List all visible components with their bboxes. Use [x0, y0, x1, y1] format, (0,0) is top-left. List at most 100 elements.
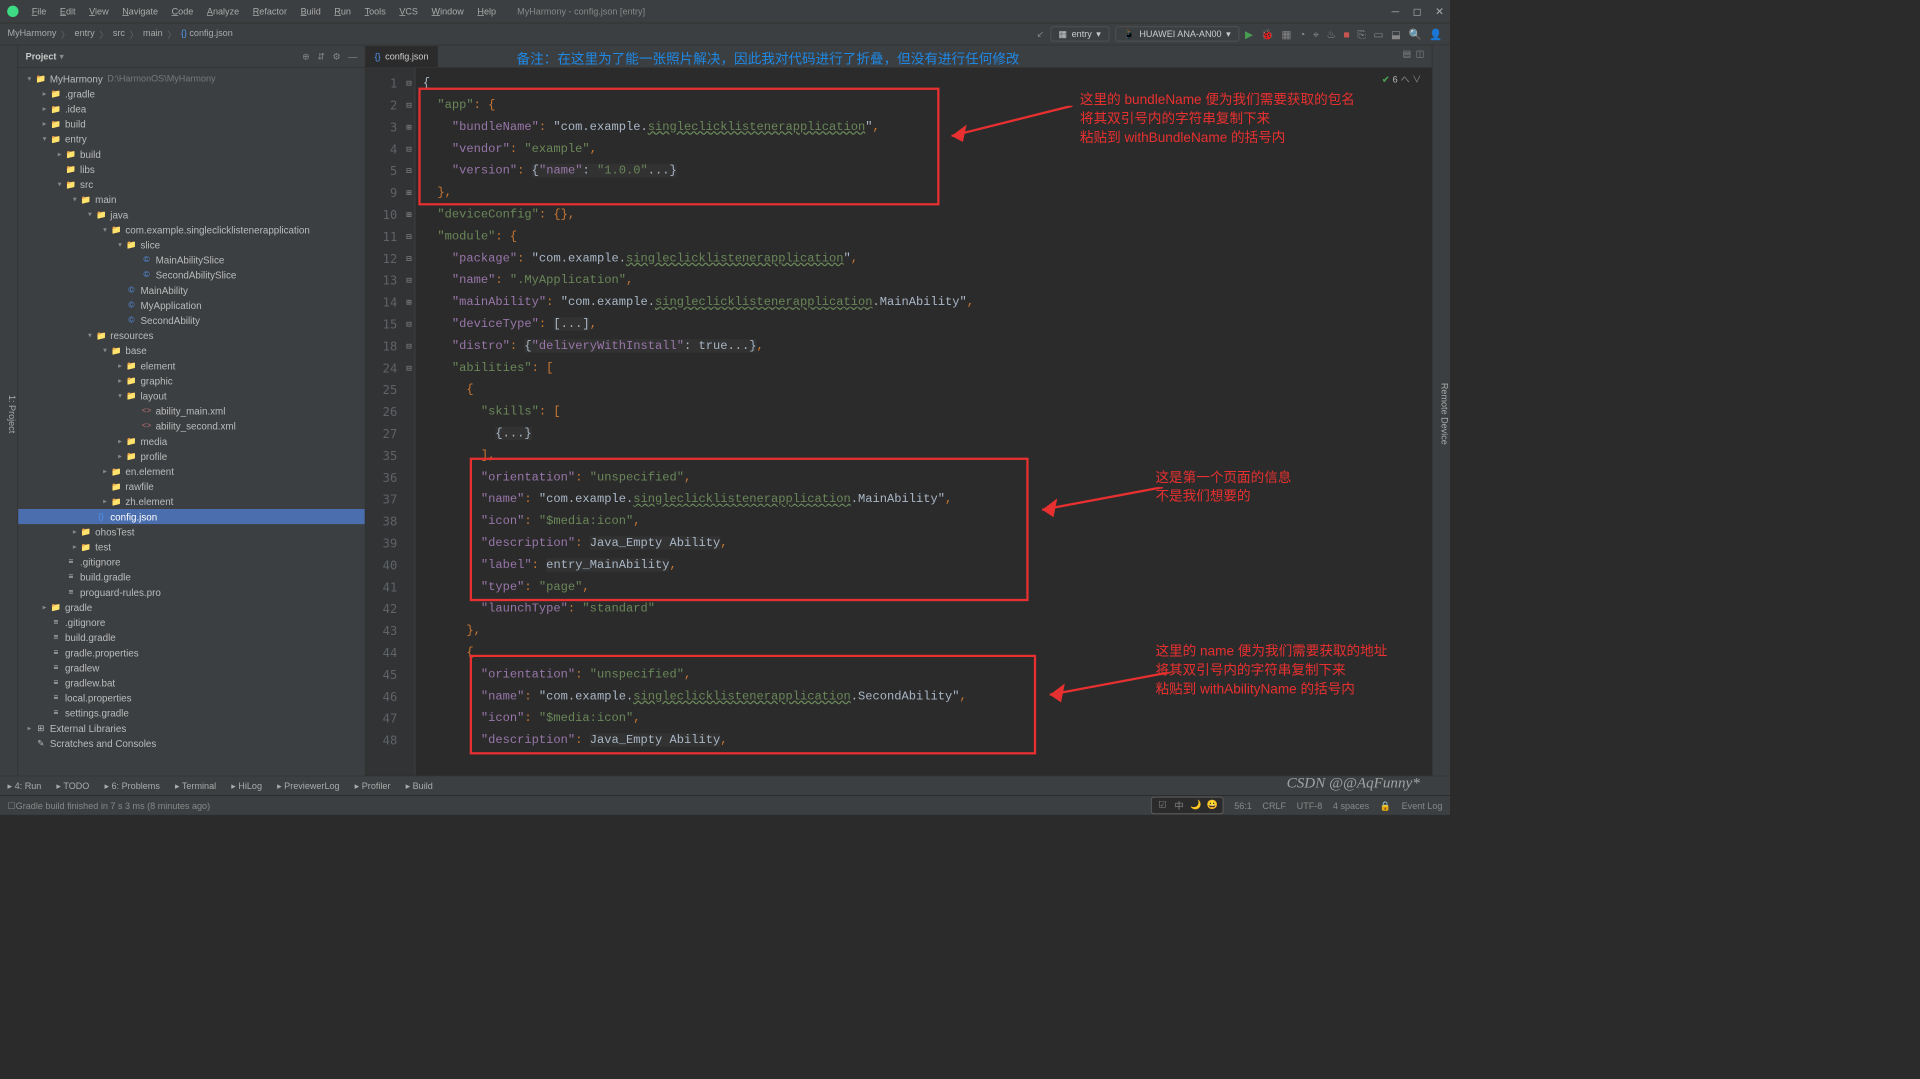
menu-run[interactable]: Run	[328, 3, 357, 20]
menu-help[interactable]: Help	[471, 3, 502, 20]
tree-item[interactable]: ▾📁com.example.singleclicklistenerapplica…	[18, 222, 365, 237]
crumb-4[interactable]: {} config.json	[181, 28, 233, 41]
tree-item[interactable]: ▸📁profile	[18, 449, 365, 464]
project-tool-tab[interactable]: 1: Project	[7, 53, 18, 776]
tool-hilog[interactable]: ▸ HiLog	[231, 780, 262, 791]
menu-analyze[interactable]: Analyze	[201, 3, 245, 20]
menu-file[interactable]: File	[26, 3, 53, 20]
tree-item[interactable]: ≡gradle.properties	[18, 645, 365, 660]
tab-config-json[interactable]: {} config.json	[366, 46, 439, 67]
menu-navigate[interactable]: Navigate	[116, 3, 164, 20]
expand-icon[interactable]: ⇵	[317, 51, 325, 62]
gear-icon[interactable]: ⚙	[332, 51, 340, 62]
tree-item[interactable]: ≡gradlew	[18, 660, 365, 675]
tree-item[interactable]: ▾📁src	[18, 177, 365, 192]
line-sep[interactable]: CRLF	[1262, 800, 1286, 811]
menu-build[interactable]: Build	[295, 3, 327, 20]
ime-pill[interactable]: ☑中🌙😀	[1151, 797, 1223, 814]
tool-6-problems[interactable]: ▸ 6: Problems	[104, 780, 159, 791]
menu-refactor[interactable]: Refactor	[247, 3, 293, 20]
tree-item[interactable]: ▸📁.gradle	[18, 86, 365, 101]
avd-icon[interactable]: ▭	[1373, 28, 1383, 41]
code-content[interactable]: { "app": { "bundleName": "com.example.si…	[415, 68, 1431, 776]
tool-todo[interactable]: ▸ TODO	[56, 780, 89, 791]
menu-vcs[interactable]: VCS	[393, 3, 424, 20]
fold-gutter[interactable]: ⊟⊟⊞⊟⊟⊞⊞⊟⊟⊟⊞⊟⊟⊟	[403, 68, 415, 776]
menu-edit[interactable]: Edit	[54, 3, 82, 20]
locate-icon[interactable]: ⊕	[302, 51, 310, 62]
tree-item[interactable]: ©MainAbilitySlice	[18, 252, 365, 267]
minimize-icon[interactable]: ─	[1392, 5, 1399, 18]
tree-item[interactable]: ≡build.gradle	[18, 569, 365, 584]
tree-item[interactable]: ▾📁main	[18, 192, 365, 207]
tree-item[interactable]: ≡.gitignore	[18, 615, 365, 630]
tree-item[interactable]: ▸📁zh.element	[18, 494, 365, 509]
tree-item[interactable]: ▾📁java	[18, 207, 365, 222]
remote-device-tab[interactable]: Remote Device	[1439, 383, 1450, 445]
tree-item[interactable]: ▸📁element	[18, 358, 365, 373]
sdk-icon[interactable]: ⬓	[1391, 28, 1401, 41]
tree-item[interactable]: ▸📁build	[18, 116, 365, 131]
tree-item[interactable]: ≡.gitignore	[18, 554, 365, 569]
profile-icon[interactable]: ◔	[1299, 28, 1305, 41]
indent[interactable]: 4 spaces	[1333, 800, 1369, 811]
tree-item[interactable]: <>ability_main.xml	[18, 403, 365, 418]
tree-item[interactable]: ▸⊞External Libraries	[18, 720, 365, 735]
tree-item[interactable]: 📁libs	[18, 162, 365, 177]
run-icon[interactable]: ▶	[1245, 28, 1253, 41]
account-icon[interactable]: 👤	[1429, 28, 1442, 41]
git-icon[interactable]: ⎘	[1357, 28, 1365, 41]
stop-icon[interactable]: ■	[1343, 28, 1349, 41]
tree-item[interactable]: ▾📁resources	[18, 328, 365, 343]
tool-4-run[interactable]: ▸ 4: Run	[8, 780, 42, 791]
tree-item[interactable]: ≡local.properties	[18, 690, 365, 705]
menu-view[interactable]: View	[83, 3, 115, 20]
tree-item[interactable]: ▸📁.idea	[18, 101, 365, 116]
event-log[interactable]: Event Log	[1402, 800, 1443, 811]
tree-item[interactable]: ▾📁layout	[18, 388, 365, 403]
tree-item[interactable]: ▸📁gradle	[18, 600, 365, 615]
search-icon[interactable]: 🔍	[1409, 28, 1422, 41]
tree-item[interactable]: ▾📁entry	[18, 131, 365, 146]
tree-item[interactable]: ≡gradlew.bat	[18, 675, 365, 690]
device-selector[interactable]: 📱 HUAWEI ANA-AN00 ▾	[1115, 26, 1239, 41]
encoding[interactable]: UTF-8	[1297, 800, 1323, 811]
tree-item[interactable]: ▾📁slice	[18, 237, 365, 252]
tree-item[interactable]: ✎Scratches and Consoles	[18, 736, 365, 751]
tree-item[interactable]: ©SecondAbilitySlice	[18, 267, 365, 282]
tool-terminal[interactable]: ▸ Terminal	[175, 780, 216, 791]
tree-item[interactable]: ≡proguard-rules.pro	[18, 585, 365, 600]
view-icon[interactable]: ▤	[1403, 48, 1412, 59]
tree-item[interactable]: ▸📁test	[18, 539, 365, 554]
menu-window[interactable]: Window	[426, 3, 470, 20]
tree-item[interactable]: ©SecondAbility	[18, 313, 365, 328]
close-icon[interactable]: ✕	[1435, 5, 1444, 18]
tree-item[interactable]: ▸📁build	[18, 147, 365, 162]
tree-item[interactable]: ▸📁en.element	[18, 464, 365, 479]
split-icon[interactable]: ◫	[1416, 48, 1425, 59]
maximize-icon[interactable]: ◻	[1413, 5, 1422, 18]
tree-item[interactable]: ©MyApplication	[18, 298, 365, 313]
tool-build[interactable]: ▸ Build	[406, 780, 433, 791]
tree-item[interactable]: <>ability_second.xml	[18, 418, 365, 433]
tree-item[interactable]: ≡build.gradle	[18, 630, 365, 645]
crumb-2[interactable]: src	[113, 28, 125, 41]
attach-icon[interactable]: ⌖	[1313, 28, 1319, 41]
tree-item[interactable]: ▸📁graphic	[18, 373, 365, 388]
project-tree[interactable]: ▾📁MyHarmonyD:\HarmonOS\MyHarmony▸📁.gradl…	[18, 68, 365, 776]
tree-item[interactable]: ▸📁ohosTest	[18, 524, 365, 539]
tree-item[interactable]: ©MainAbility	[18, 282, 365, 297]
tree-item[interactable]: ▾📁base	[18, 343, 365, 358]
menu-tools[interactable]: Tools	[359, 3, 392, 20]
tree-item[interactable]: {}config.json	[18, 509, 365, 524]
tree-item[interactable]: ▾📁MyHarmonyD:\HarmonOS\MyHarmony	[18, 71, 365, 86]
tool-previewerlog[interactable]: ▸ PreviewerLog	[277, 780, 339, 791]
menu-code[interactable]: Code	[166, 3, 200, 20]
crumb-0[interactable]: MyHarmony	[8, 28, 57, 41]
crumb-3[interactable]: main	[143, 28, 163, 41]
module-selector[interactable]: ▦ entry ▾	[1050, 26, 1109, 41]
tree-item[interactable]: ≡settings.gradle	[18, 705, 365, 720]
tree-item[interactable]: 📁rawfile	[18, 479, 365, 494]
hot-icon[interactable]: ♨	[1326, 28, 1335, 41]
coverage-icon[interactable]: ▦	[1281, 28, 1291, 41]
